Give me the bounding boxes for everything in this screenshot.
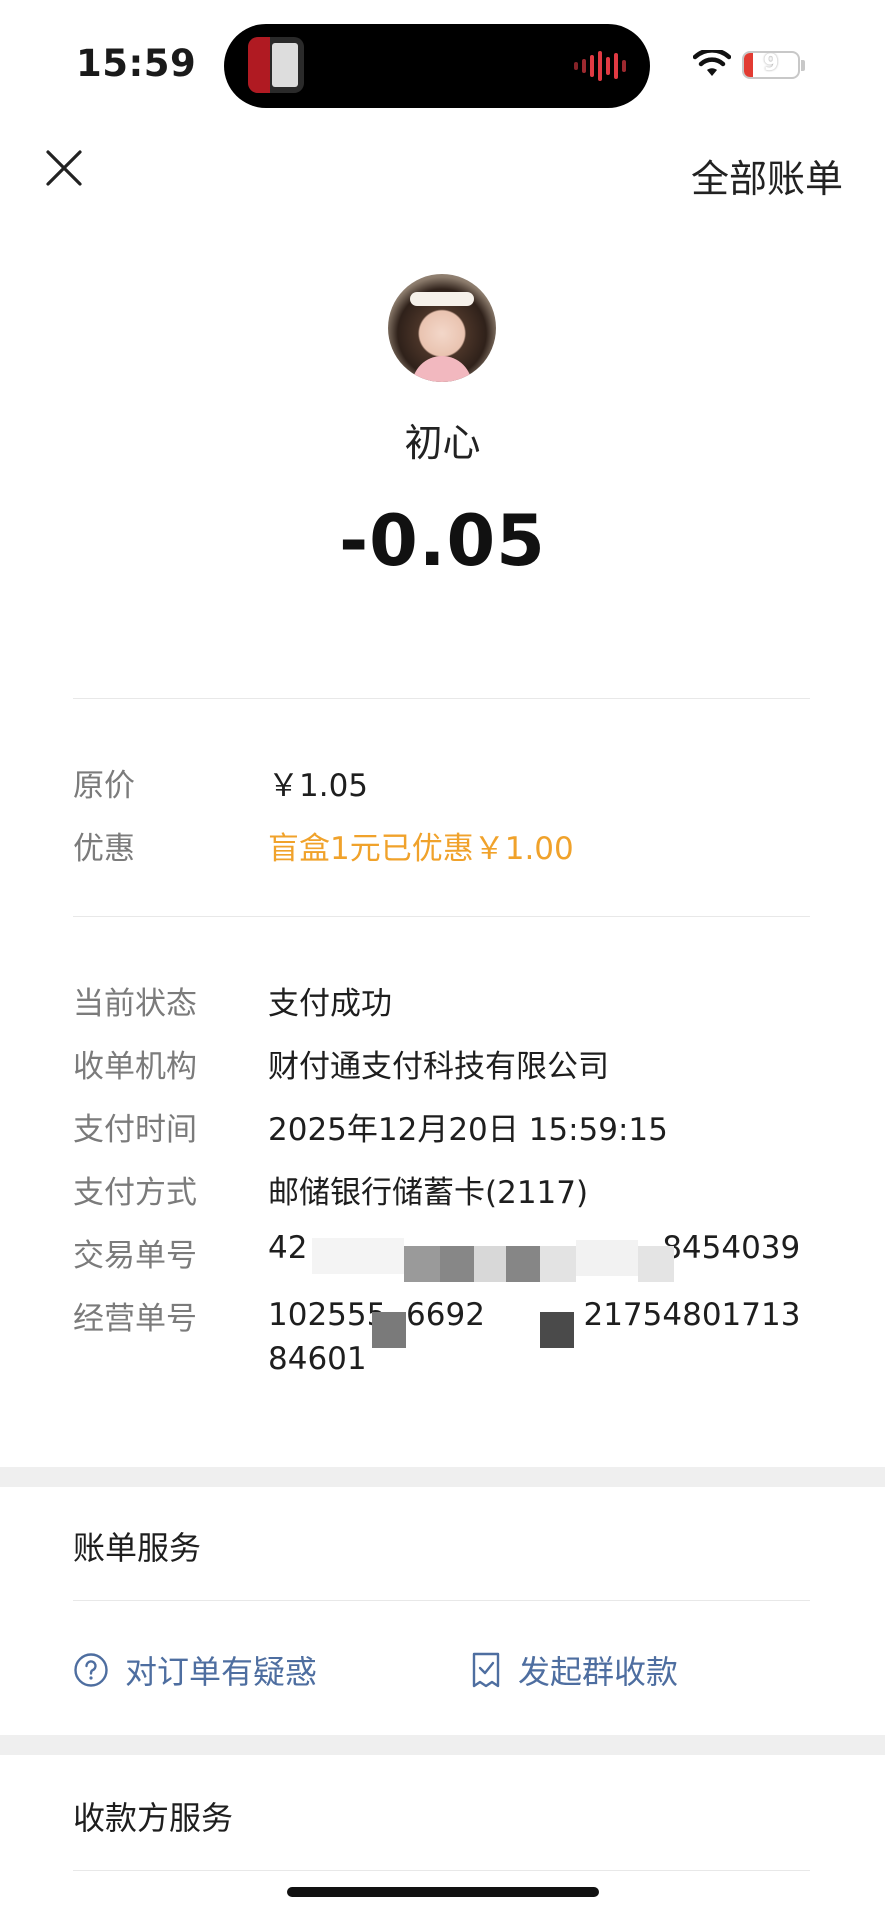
merchant-order-label: 经营单号 [73,1301,197,1337]
status-value: 支付成功 [268,986,392,1022]
home-indicator[interactable] [287,1887,599,1897]
battery-level: 9 [763,51,779,76]
order-question-link[interactable]: 对订单有疑惑 [73,1647,317,1693]
divider [73,698,810,699]
privacy-mosaic [474,1246,506,1282]
transaction-id-label: 交易单号 [73,1238,197,1274]
order-question-label: 对订单有疑惑 [125,1653,318,1691]
dynamic-island[interactable] [224,24,650,108]
discount-value: 盲盒1元已优惠￥1.00 [268,831,574,867]
battery-icon: 9 [742,51,800,79]
group-collection-label: 发起群收款 [518,1653,679,1691]
group-collection-link[interactable]: 发起群收款 [470,1647,678,1693]
payee-name: 初心 [404,421,481,465]
divider [73,1870,810,1871]
privacy-mosaic [372,1312,406,1348]
privacy-mosaic [540,1246,576,1282]
original-price-label: 原价 [73,768,135,804]
privacy-mosaic [540,1312,574,1348]
merchant-order-value[interactable]: 102555 6692 2175480171384601 [268,1293,808,1381]
payment-time-value: 2025年12月20日 15:59:15 [268,1112,668,1148]
close-icon[interactable] [44,148,84,188]
acquirer-value: 财付通支付科技有限公司 [268,1049,609,1085]
privacy-mosaic [506,1246,540,1282]
payment-method-label: 支付方式 [73,1175,197,1211]
privacy-mosaic [404,1246,440,1282]
status-time: 15:59 [76,42,197,85]
privacy-mosaic [576,1240,638,1276]
wifi-icon [693,50,731,76]
question-circle-icon [74,1653,108,1687]
privacy-mosaic [440,1246,474,1282]
divider [73,1600,810,1601]
discount-label: 优惠 [73,831,135,867]
bill-service-title: 账单服务 [73,1529,202,1567]
acquirer-label: 收单机构 [73,1049,197,1085]
section-separator [0,1735,885,1755]
payment-method-value: 邮储银行储蓄卡(2117) [268,1175,589,1211]
payment-time-label: 支付时间 [73,1112,197,1148]
privacy-mosaic [312,1238,404,1274]
now-playing-artwork [248,37,304,93]
all-bills-link[interactable]: 全部账单 [691,148,843,203]
status-label: 当前状态 [73,986,197,1022]
receipt-icon [472,1652,500,1688]
privacy-mosaic [638,1246,674,1282]
payee-avatar[interactable] [388,274,496,382]
battery-cap [801,60,805,71]
audio-waveform-icon [574,50,626,82]
section-separator [0,1467,885,1487]
payment-amount: -0.05 [339,500,546,582]
divider [73,916,810,917]
original-price-value: ￥1.05 [268,768,369,804]
payee-service-title: 收款方服务 [73,1799,234,1837]
